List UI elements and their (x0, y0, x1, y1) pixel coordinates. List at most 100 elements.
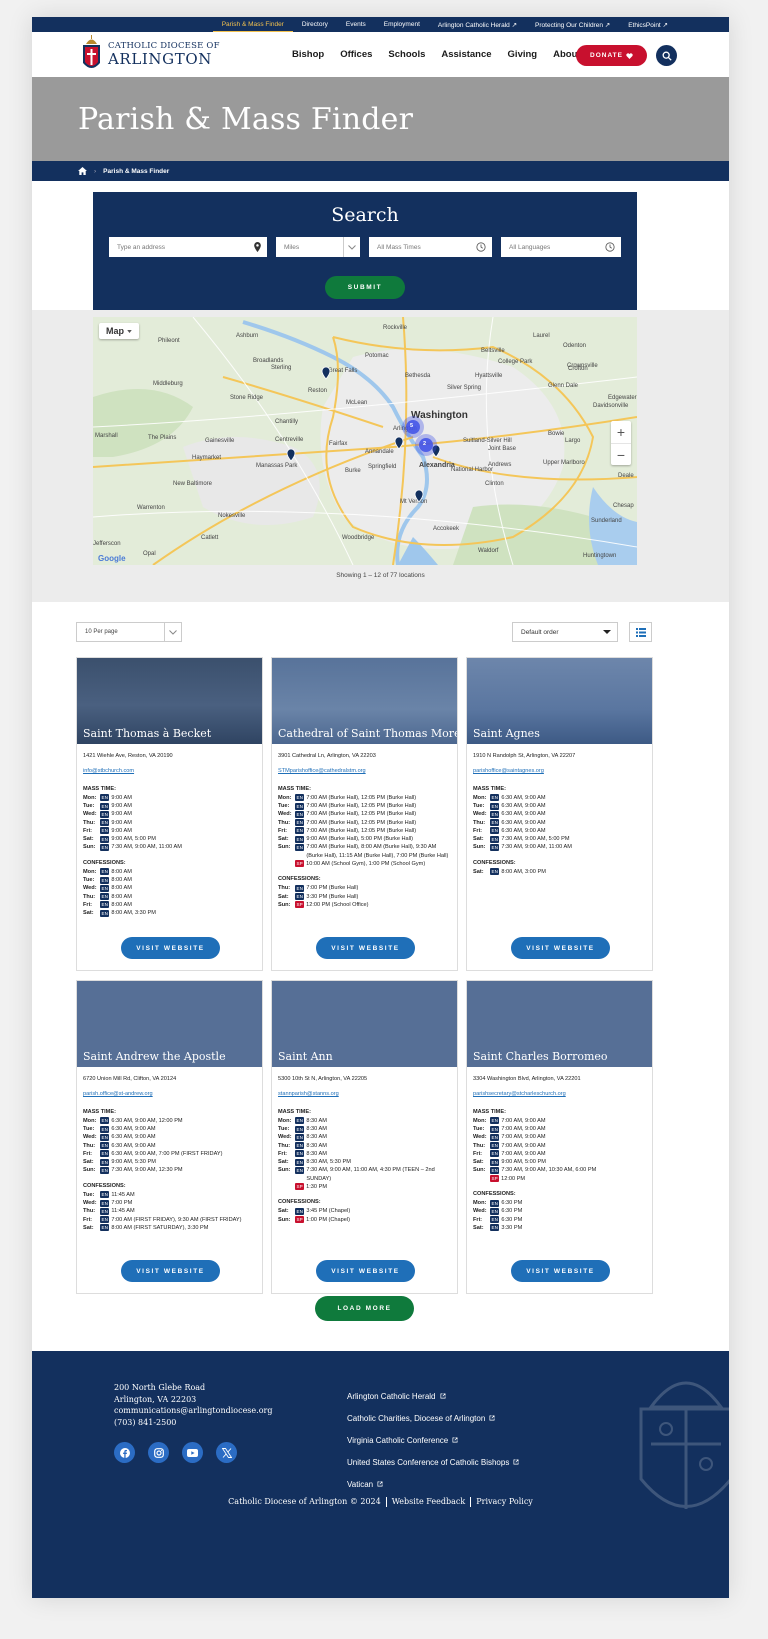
parish-email-link[interactable]: parish.office@st-andrew.org (83, 1090, 256, 1098)
schedule-time: 9:00 AM (111, 803, 132, 810)
svg-text:Chantilly: Chantilly (275, 419, 298, 425)
main-nav: Bishop Offices Schools Assistance Giving… (284, 32, 589, 77)
utility-link-ethicspoint[interactable]: EthicsPoint ↗ (619, 17, 677, 32)
schedule-row: Thu: EN 6:30 AM, 9:00 AM (473, 819, 646, 827)
schedule-time: 9:00 AM, 5:00 PM (111, 836, 156, 843)
visit-website-button[interactable]: VISIT WEBSITE (316, 937, 415, 959)
visit-website-button[interactable]: VISIT WEBSITE (511, 1260, 610, 1282)
donate-button[interactable]: DONATE (576, 45, 647, 66)
nav-offices[interactable]: Offices (332, 49, 380, 60)
footer-link-virginia-conference[interactable]: Virginia Catholic Conference (347, 1429, 519, 1451)
svg-text:Huntingtown: Huntingtown (583, 553, 616, 559)
list-view-button[interactable] (629, 622, 652, 642)
language-badge: EN (100, 901, 110, 909)
utility-link-herald[interactable]: Arlington Catholic Herald ↗ (429, 17, 526, 32)
parish-map[interactable]: Rockville Potomac Bethesda Washington Ar… (93, 317, 637, 565)
units-select[interactable]: Miles (276, 237, 360, 257)
language-badge: EN (490, 868, 500, 876)
per-page-select[interactable]: 10 Per page (76, 622, 182, 642)
parish-name[interactable]: Saint Ann (278, 1050, 333, 1063)
nav-assistance[interactable]: Assistance (433, 49, 499, 60)
parish-name[interactable]: Saint Charles Borromeo (473, 1050, 608, 1063)
language-badge: EN (100, 1150, 110, 1158)
footer-link-catholic-charities[interactable]: Catholic Charities, Diocese of Arlington (347, 1407, 519, 1429)
schedule-day: Fri: (278, 1150, 288, 1157)
social-links (114, 1442, 237, 1463)
schedule-day: Thu: (278, 1142, 291, 1149)
svg-text:Bethesda: Bethesda (405, 373, 431, 379)
schedule-day: Wed: (473, 1208, 487, 1215)
schedule-time: 8:30 AM (306, 1150, 327, 1157)
location-pin-icon (254, 242, 261, 252)
zoom-in-button[interactable]: + (611, 421, 631, 443)
x-logo-icon (221, 1447, 232, 1458)
schedule-row: Mon: EN 7:00 AM (Burke Hall), 12:05 PM (Bu… (278, 794, 451, 802)
schedule-time: 1:00 PM (Chapel) (306, 1216, 350, 1223)
youtube-button[interactable] (182, 1442, 203, 1463)
parish-email-link[interactable]: STMparishoffice@cathedralstm.org (278, 767, 451, 775)
footer-email-link[interactable]: communications@arlingtondiocese.org (114, 1405, 272, 1417)
nav-schools[interactable]: Schools (380, 49, 433, 60)
visit-website-button[interactable]: VISIT WEBSITE (511, 937, 610, 959)
parish-photo: Cathedral of Saint Thomas More (272, 658, 457, 744)
utility-link-parish-finder[interactable]: Parish & Mass Finder (212, 17, 293, 32)
utility-link-events[interactable]: Events (337, 17, 375, 32)
schedule-row: Sat: EN 9:00 AM (Burke Hall), 5:00 PM (Bur… (278, 835, 451, 843)
language-badge: SP (295, 1183, 305, 1191)
parish-email-link[interactable]: stannparish@stanns.org (278, 1090, 451, 1098)
facebook-button[interactable] (114, 1442, 135, 1463)
parish-email-link[interactable]: parishoffice@saintagnes.org (473, 767, 646, 775)
footer-link-vatican[interactable]: Vatican (347, 1473, 519, 1495)
parish-name[interactable]: Saint Agnes (473, 727, 540, 740)
svg-text:Annandale: Annandale (365, 449, 394, 455)
language-badge: EN (100, 1216, 110, 1224)
confessions-heading: CONFESSIONS: (83, 859, 126, 866)
svg-text:Middleburg: Middleburg (153, 381, 183, 387)
languages-select[interactable]: All Languages (501, 237, 621, 257)
svg-text:Waldorf: Waldorf (478, 548, 499, 554)
zoom-out-button[interactable]: − (611, 443, 631, 466)
map-type-button[interactable]: Map (99, 323, 139, 339)
parish-email-link[interactable]: info@stbchurch.com (83, 767, 256, 775)
parish-name[interactable]: Saint Thomas à Becket (83, 727, 211, 740)
site-search-button[interactable] (656, 45, 677, 66)
map-cluster-count[interactable]: 2 (423, 441, 426, 447)
nav-bishop[interactable]: Bishop (284, 49, 332, 60)
parish-card: Saint Agnes 1910 N Randolph St, Arlingto… (466, 657, 653, 971)
submit-button[interactable]: SUBMIT (325, 276, 405, 299)
svg-text:Odenton: Odenton (563, 343, 586, 349)
privacy-policy-link[interactable]: Privacy Policy (476, 1497, 533, 1506)
visit-website-button[interactable]: VISIT WEBSITE (121, 937, 220, 959)
mass-times-select[interactable]: All Mass Times (369, 237, 492, 257)
schedule-row: Tue: EN 7:00 AM, 9:00 AM (473, 1125, 646, 1133)
home-icon[interactable] (78, 167, 87, 175)
footer-link-usccb[interactable]: United States Conference of Catholic Bis… (347, 1451, 519, 1473)
utility-link-employment[interactable]: Employment (375, 17, 429, 32)
parish-email-link[interactable]: parishsecretary@stcharleschurch.org (473, 1090, 646, 1098)
visit-website-button[interactable]: VISIT WEBSITE (121, 1260, 220, 1282)
schedule-row: Wed: EN 6:30 AM, 9:00 AM (473, 810, 646, 818)
utility-link-directory[interactable]: Directory (293, 17, 337, 32)
visit-website-button[interactable]: VISIT WEBSITE (316, 1260, 415, 1282)
x-twitter-button[interactable] (216, 1442, 237, 1463)
parish-name[interactable]: Saint Andrew the Apostle (83, 1050, 226, 1063)
instagram-button[interactable] (148, 1442, 169, 1463)
schedule-row: Wed: EN 7:00 AM, 9:00 AM (473, 1133, 646, 1141)
sort-order-select[interactable]: Default order (512, 622, 618, 642)
svg-text:Silver Spring: Silver Spring (447, 385, 481, 391)
site-logo[interactable]: Catholic Diocese of Arlington (80, 34, 220, 75)
address-input[interactable]: Type an address (109, 237, 267, 257)
load-more-button[interactable]: LOAD MORE (315, 1296, 414, 1321)
footer-phone[interactable]: (703) 841-2500 (114, 1417, 272, 1429)
parish-name[interactable]: Cathedral of Saint Thomas More (278, 727, 457, 740)
utility-link-protecting-children[interactable]: Protecting Our Children ↗ (526, 17, 619, 32)
website-feedback-link[interactable]: Website Feedback (392, 1497, 466, 1506)
svg-text:Broadlands: Broadlands (253, 358, 283, 364)
svg-text:Alexandria: Alexandria (419, 462, 455, 469)
schedule-time: 9:00 AM (Burke Hall), 5:00 PM (Burke Hal… (306, 836, 414, 843)
page: Parish & Mass Finder Directory Events Em… (32, 17, 729, 1598)
map-cluster-count[interactable]: 5 (410, 423, 413, 429)
nav-giving[interactable]: Giving (500, 49, 546, 60)
schedule-time: 7:30 AM, 9:00 AM, 10:30 AM, 6:00 PM (501, 1167, 597, 1174)
footer-link-herald[interactable]: Arlington Catholic Herald (347, 1385, 519, 1407)
